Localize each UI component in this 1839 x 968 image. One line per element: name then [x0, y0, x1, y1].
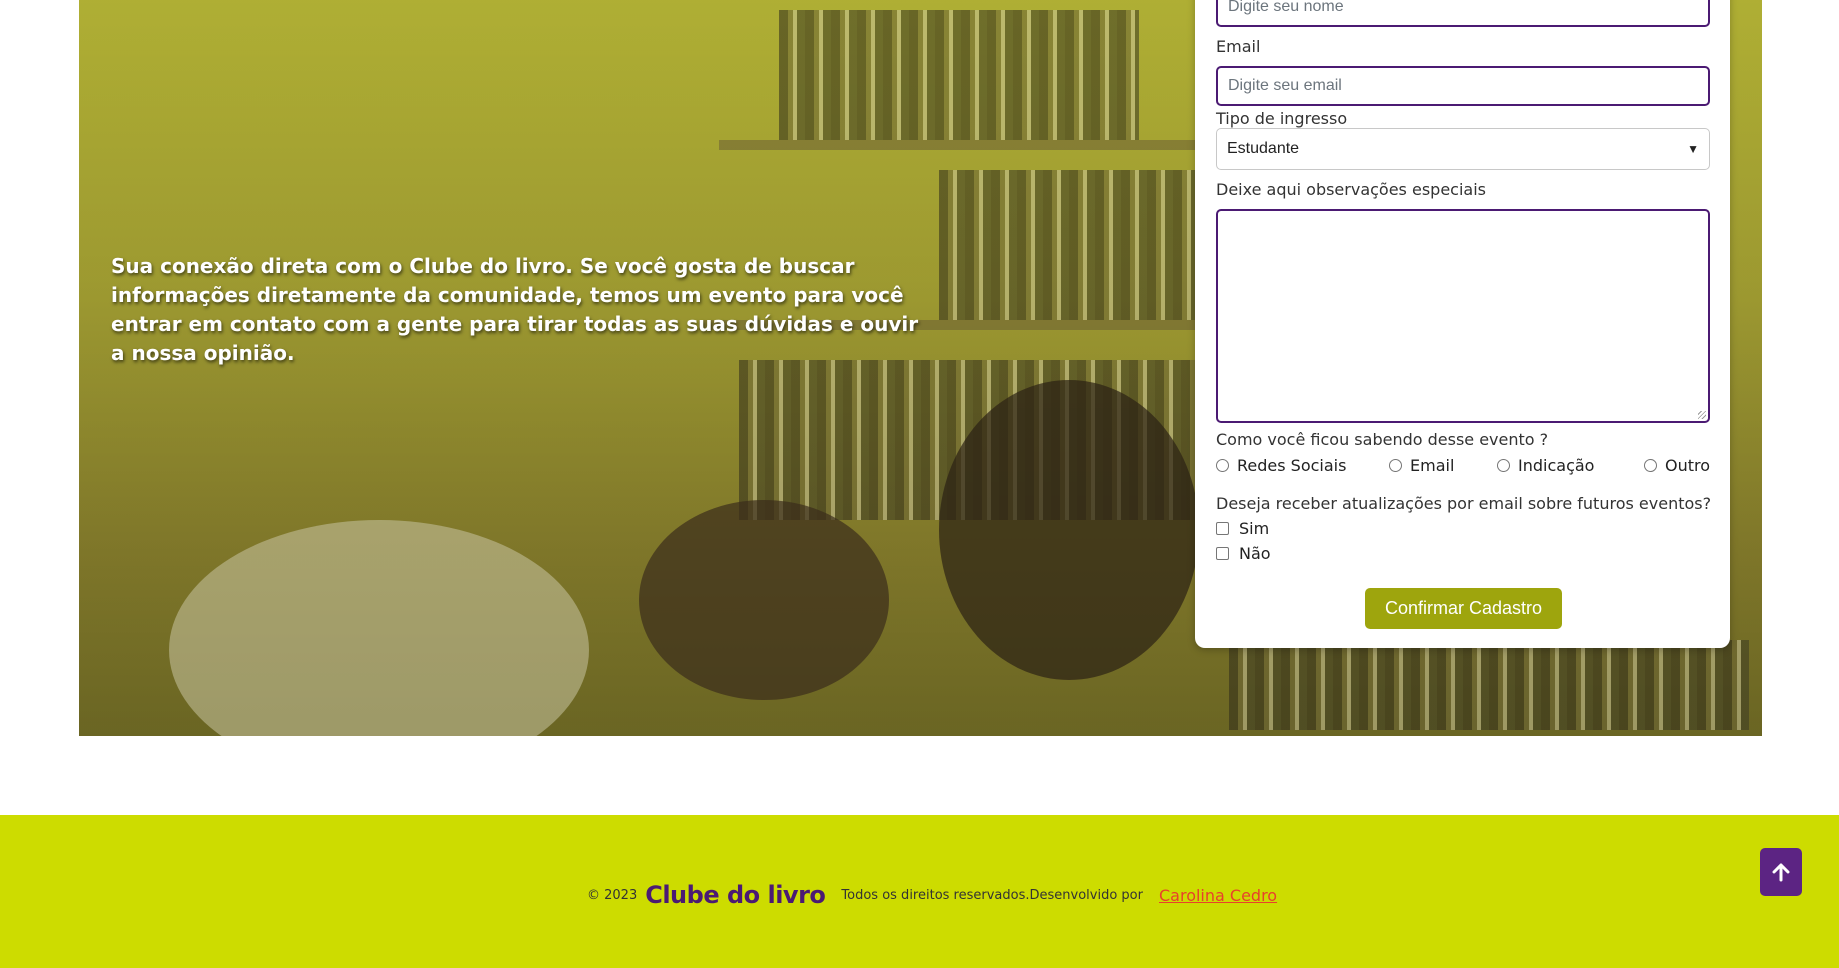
shelf-decoration [719, 140, 1199, 150]
rights-text: Todos os direitos reservados. [841, 887, 1030, 903]
email-label: Email [1216, 37, 1261, 56]
hero-description: Sua conexão direta com o Clube do livro.… [111, 254, 919, 365]
registration-form: Email Tipo de ingresso Estudante ▼ Deixe… [1195, 0, 1730, 648]
radio-redes-sociais[interactable]: Redes Sociais [1216, 456, 1346, 475]
radio-indicacao[interactable]: Indicação [1497, 456, 1594, 475]
bookshelf-decoration [779, 10, 1139, 140]
checkbox[interactable] [1216, 547, 1229, 560]
person-decoration [169, 520, 589, 736]
resize-grip-icon[interactable] [1698, 411, 1706, 419]
source-radio-group: Redes Sociais Email Indicação Outro [1216, 456, 1710, 480]
notes-textarea[interactable] [1216, 209, 1710, 423]
radio-label: Indicação [1518, 456, 1595, 475]
confirm-button[interactable]: Confirmar Cadastro [1365, 588, 1562, 629]
radio-label: Email [1410, 456, 1455, 475]
ticket-type-select[interactable]: Estudante ▼ [1216, 128, 1710, 170]
radio-label: Redes Sociais [1237, 456, 1347, 475]
footer-brand: Clube do livro [645, 881, 826, 909]
ticket-type-label: Tipo de ingresso [1216, 109, 1348, 128]
radio-label: Outro [1665, 456, 1711, 475]
bookshelf-decoration [939, 170, 1219, 320]
name-input[interactable] [1216, 0, 1710, 27]
radio-email[interactable]: Email [1389, 456, 1454, 475]
radio-outro[interactable]: Outro [1644, 456, 1710, 475]
ticket-type-value: Estudante [1227, 140, 1300, 157]
source-question: Como você ficou sabendo desse evento ? [1216, 430, 1549, 449]
email-input[interactable] [1216, 66, 1710, 106]
person-decoration [939, 380, 1199, 680]
author-link[interactable]: Carolina Cedro [1159, 886, 1277, 905]
checkbox[interactable] [1216, 522, 1229, 535]
bookshelf-decoration [1229, 640, 1749, 730]
notes-label: Deixe aqui observações especiais [1216, 180, 1486, 199]
checkbox-label: Sim [1239, 519, 1270, 538]
checkbox-sim[interactable]: Sim [1216, 519, 1269, 538]
chevron-down-icon: ▼ [1687, 142, 1699, 156]
radio-button[interactable] [1216, 459, 1229, 472]
copyright-text: © 2023 [587, 887, 638, 903]
radio-button[interactable] [1389, 459, 1402, 472]
updates-question: Deseja receber atualizações por email so… [1216, 494, 1712, 513]
footer-content: © 2023 Clube do livro Todos os direitos … [587, 880, 1277, 910]
person-decoration [639, 500, 889, 700]
back-to-top-button[interactable] [1760, 848, 1802, 896]
radio-button[interactable] [1644, 459, 1657, 472]
checkbox-label: Não [1239, 544, 1271, 563]
footer: © 2023 Clube do livro Todos os direitos … [0, 815, 1839, 968]
developed-by-text: Desenvolvido por [1029, 887, 1143, 903]
arrow-up-icon [1772, 863, 1790, 882]
radio-button[interactable] [1497, 459, 1510, 472]
checkbox-nao[interactable]: Não [1216, 544, 1271, 563]
